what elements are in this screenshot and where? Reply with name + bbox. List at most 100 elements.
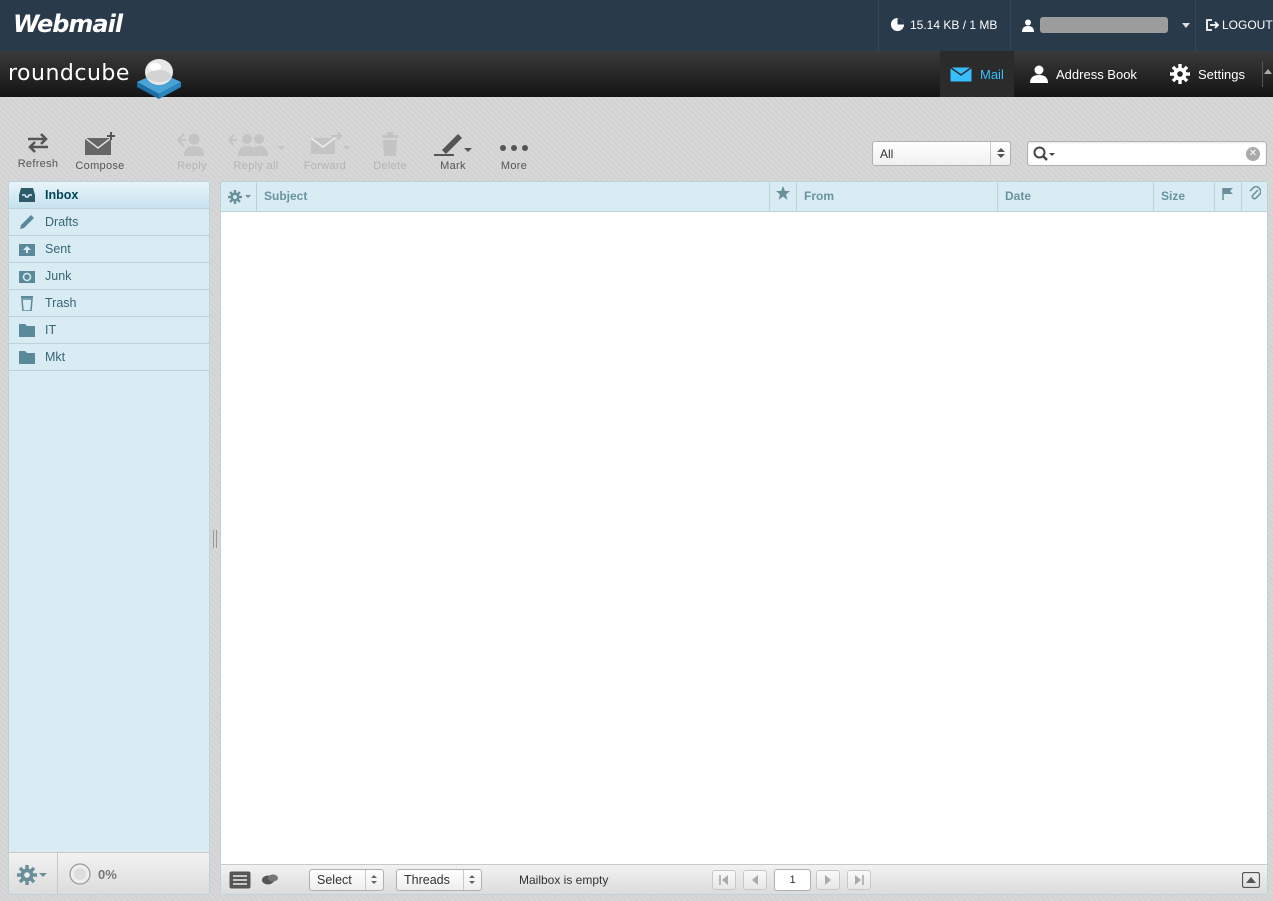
- quota-indicator: 15.14 KB / 1 MB: [890, 17, 997, 32]
- message-list-footer: Select Threads Mailbox is empty 1: [221, 864, 1267, 894]
- webmail-brand[interactable]: Webmail: [13, 10, 123, 38]
- folder-label: Drafts: [45, 215, 79, 229]
- nav-settings[interactable]: Settings: [1160, 51, 1255, 97]
- refresh-label: Refresh: [17, 158, 59, 170]
- message-filter-select[interactable]: All: [872, 141, 1011, 166]
- roundcube-logo-text[interactable]: roundcube: [8, 61, 130, 86]
- delete-button[interactable]: Delete: [360, 132, 420, 176]
- mailbox-status: Mailbox is empty: [519, 873, 609, 887]
- chevron-down-icon: [1182, 22, 1190, 28]
- list-view-icon[interactable]: [229, 871, 251, 889]
- mark-button[interactable]: Mark: [423, 132, 483, 176]
- username-redacted: [1040, 17, 1168, 33]
- folder-sent[interactable]: Sent: [9, 236, 209, 263]
- nav-address-book[interactable]: Address Book: [1020, 51, 1147, 97]
- refresh-button[interactable]: Refresh: [8, 132, 68, 176]
- reply-label: Reply: [177, 160, 207, 172]
- previous-page-button[interactable]: [743, 870, 767, 890]
- gear-icon: [17, 865, 37, 885]
- column-date[interactable]: Date: [997, 182, 1153, 211]
- folder-label: Inbox: [45, 188, 79, 202]
- folder-label: Trash: [45, 296, 77, 310]
- refresh-icon: [28, 133, 48, 153]
- first-page-icon: [719, 875, 728, 885]
- threads-label: Threads: [404, 873, 450, 887]
- compose-label: Compose: [75, 160, 125, 172]
- inbox-icon: [18, 187, 36, 203]
- select-arrows-icon: [463, 870, 481, 890]
- folder-actions-menu[interactable]: [17, 865, 47, 885]
- trash-icon: [382, 132, 398, 156]
- last-page-button[interactable]: [847, 870, 871, 890]
- select-dropdown[interactable]: Select: [309, 869, 384, 891]
- filter-value: All: [880, 147, 894, 161]
- roundcube-header: roundcube Mail Address Book Settings: [0, 51, 1273, 99]
- forward-label: Forward: [303, 160, 347, 172]
- forward-icon: [310, 132, 351, 154]
- forward-button[interactable]: Forward: [295, 132, 355, 176]
- paperclip-icon: [1249, 185, 1262, 200]
- divider: [1010, 0, 1011, 51]
- reply-all-icon: [228, 134, 285, 156]
- junk-icon: [18, 268, 36, 284]
- folder-it[interactable]: IT: [9, 317, 209, 344]
- reply-button[interactable]: Reply: [162, 132, 222, 176]
- threads-dropdown[interactable]: Threads: [396, 869, 482, 891]
- mark-label: Mark: [440, 160, 466, 172]
- trash-icon: [18, 295, 36, 311]
- highlighter-icon: [434, 134, 472, 156]
- next-page-button[interactable]: [816, 870, 840, 890]
- search-icon[interactable]: [1033, 146, 1057, 162]
- more-button[interactable]: More: [484, 132, 544, 176]
- search-box[interactable]: ✕: [1027, 141, 1267, 166]
- folder-panel-footer: 0%: [9, 852, 209, 894]
- column-attachment[interactable]: [1241, 182, 1267, 211]
- reply-all-button[interactable]: Reply all: [226, 132, 286, 176]
- nav-mail[interactable]: Mail: [940, 51, 1014, 97]
- column-subject[interactable]: Subject: [256, 182, 770, 211]
- folder-label: Sent: [45, 242, 71, 256]
- flag-icon: [1222, 188, 1233, 200]
- select-label: Select: [317, 873, 352, 887]
- select-arrows-icon: [990, 142, 1010, 165]
- clear-search-icon[interactable]: ✕: [1246, 147, 1260, 161]
- column-from[interactable]: From: [796, 182, 997, 211]
- folder-list-panel: Inbox Drafts Sent Junk Trash IT Mkt 0%: [8, 181, 210, 895]
- star-icon: [776, 186, 790, 200]
- quota-pie-icon: [69, 863, 91, 885]
- person-icon: [1030, 65, 1048, 83]
- folder-label: IT: [45, 323, 57, 337]
- column-flag[interactable]: [1214, 182, 1241, 211]
- panel-splitter[interactable]: [213, 530, 217, 548]
- chevron-right-icon: [825, 875, 831, 885]
- first-page-button[interactable]: [712, 870, 736, 890]
- compose-button[interactable]: Compose: [70, 132, 130, 176]
- divider: [878, 0, 879, 51]
- folder-trash[interactable]: Trash: [9, 290, 209, 317]
- logout-icon: [1206, 19, 1219, 31]
- divider: [1262, 61, 1263, 87]
- sent-icon: [18, 241, 36, 257]
- page-number-input[interactable]: 1: [774, 869, 811, 891]
- quota-display: 0%: [69, 863, 117, 885]
- gear-icon: [228, 190, 251, 204]
- reply-icon: [177, 133, 204, 156]
- column-flagged[interactable]: [769, 182, 796, 211]
- column-size[interactable]: Size: [1153, 182, 1214, 211]
- folder-junk[interactable]: Junk: [9, 263, 209, 290]
- quota-text: 15.14 KB / 1 MB: [910, 17, 998, 32]
- search-input[interactable]: [1060, 145, 1240, 162]
- folder-icon: [18, 349, 36, 365]
- more-label: More: [500, 160, 528, 172]
- toggle-preview-icon[interactable]: [1242, 872, 1260, 888]
- list-options-menu[interactable]: [221, 182, 256, 211]
- folder-inbox[interactable]: Inbox: [9, 182, 209, 209]
- chevron-left-icon: [752, 875, 758, 885]
- chevron-down-icon: [39, 872, 47, 877]
- threads-toggle-icon[interactable]: [261, 873, 279, 887]
- user-menu[interactable]: [1022, 17, 1190, 33]
- folder-drafts[interactable]: Drafts: [9, 209, 209, 236]
- collapse-header-icon[interactable]: [1264, 69, 1272, 74]
- logout-link[interactable]: LOGOUT: [1206, 18, 1273, 32]
- folder-mkt[interactable]: Mkt: [9, 344, 209, 371]
